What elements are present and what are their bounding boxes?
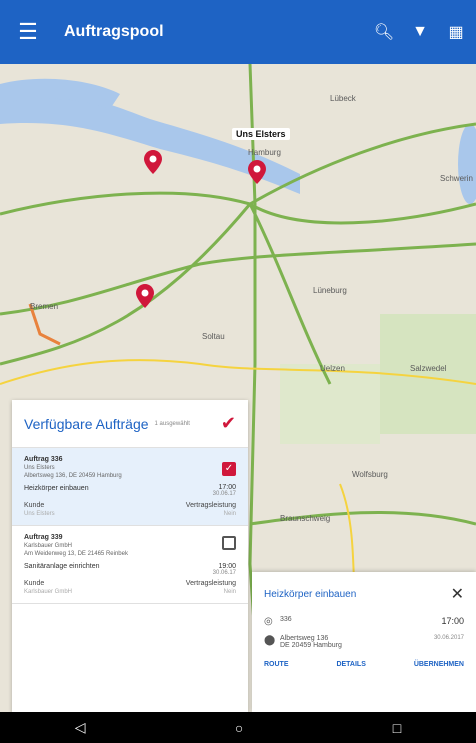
page-title: Auftragspool	[64, 23, 164, 40]
order-company: Uns Elsters	[24, 465, 55, 471]
home-icon[interactable]: ○	[235, 720, 243, 736]
order-checkbox[interactable]: ✓	[222, 462, 236, 476]
app-bar: ☰ Auftragspool 🔍︎ ▼ ▦	[0, 0, 476, 64]
order-time: 19:00	[218, 563, 236, 570]
map-label: Hamburg	[248, 148, 281, 157]
map-label: Salzwedel	[410, 364, 447, 373]
order-right: ✓ 17:00 30.06.17	[213, 458, 236, 497]
order-work: Sanitäranlage einrichten	[24, 563, 100, 570]
order-meta: Kunde Vertragsleistung	[24, 502, 236, 509]
map-label: Soltau	[202, 332, 225, 341]
details-button[interactable]: DETAILS	[336, 661, 365, 668]
map-label: Uelzen	[320, 364, 345, 373]
order-address: Albertsweg 136, DE 20459 Hamburg	[24, 473, 122, 479]
card-header: Heizkörper einbauen ✕	[252, 572, 476, 612]
location-pin-icon: ⬤	[264, 635, 276, 646]
order-title: Auftrag 339	[24, 534, 63, 541]
card-actions: ROUTE DETAILS ÜBERNEHMEN	[252, 653, 476, 676]
order-work: Heizkörper einbauen	[24, 485, 89, 492]
card-order-number: 336	[280, 616, 292, 623]
map-label: Lüneburg	[313, 286, 347, 295]
customer-value: Uns Elsters	[24, 511, 55, 517]
map-pin-icon[interactable]	[144, 150, 162, 174]
card-date-value: 30.06.2017	[433, 635, 464, 641]
accept-button[interactable]: ÜBERNEHMEN	[414, 661, 464, 668]
order-time: 17:00	[218, 484, 236, 491]
customer-value: Karlsbauer GmbH	[24, 589, 73, 595]
map-callout: Uns Elsters	[232, 128, 290, 140]
card-time: 17:00	[441, 616, 464, 626]
close-icon[interactable]: ✕	[451, 584, 464, 604]
order-date: 30.06.17	[212, 491, 236, 497]
type-label: Vertragsleistung	[185, 502, 236, 509]
type-value: Nein	[223, 589, 236, 595]
customer-label: Kunde	[24, 580, 45, 587]
list-item[interactable]: Auftrag 336 Uns Elsters Albertsweg 136, …	[12, 448, 248, 526]
map-label: Braunschweig	[280, 514, 331, 523]
order-detail-card: Heizkörper einbauen ✕ ◎ 336 17:00 ⬤ Albe…	[252, 572, 476, 712]
recents-icon[interactable]: □	[393, 720, 401, 736]
map-label: Bremen	[30, 302, 59, 311]
order-meta: Kunde Vertragsleistung	[24, 580, 236, 587]
customer-label: Kunde	[24, 502, 45, 509]
map-label: Lübeck	[330, 94, 356, 103]
card-address-line1: Albertsweg 136	[280, 635, 329, 642]
check-icon[interactable]: ✔	[221, 413, 236, 434]
card-address-line2: DE 20459 Hamburg	[280, 642, 342, 649]
search-icon[interactable]: 🔍︎	[372, 20, 396, 44]
map-pin-icon[interactable]	[136, 284, 154, 308]
card-order-row: ◎ 336 17:00	[252, 612, 476, 631]
type-value: Nein	[223, 511, 236, 517]
system-nav-bar: ◁ ○ □	[0, 712, 476, 743]
order-number-icon: ◎	[264, 616, 273, 627]
order-title: Auftrag 336	[24, 456, 63, 463]
card-address-row: ⬤ Albertsweg 136 DE 20459 Hamburg 30.06.…	[252, 631, 476, 653]
order-company: Karlsbauer GmbH	[24, 543, 73, 549]
card-title: Heizkörper einbauen	[264, 588, 357, 600]
map-label: Wolfsburg	[352, 470, 388, 479]
order-right: 19:00 30.06.17	[213, 536, 236, 576]
panel-header: Verfügbare Aufträge 1 ausgewählt ✔	[12, 400, 248, 448]
selected-count: 1 ausgewählt	[154, 420, 190, 427]
order-address: Am Weidenweg 13, DE 21465 Reinbek	[24, 551, 128, 557]
available-orders-panel: Verfügbare Aufträge 1 ausgewählt ✔ Auftr…	[12, 400, 248, 712]
list-item[interactable]: Auftrag 339 Karlsbauer GmbH Am Weidenweg…	[12, 526, 248, 604]
order-meta-values: Uns Elsters Nein	[24, 511, 236, 517]
appbar-actions: 🔍︎ ▼ ▦	[372, 20, 476, 44]
route-button[interactable]: ROUTE	[264, 661, 289, 668]
type-label: Vertragsleistung	[185, 580, 236, 587]
filter-icon[interactable]: ▼	[408, 20, 432, 44]
order-meta-values: Karlsbauer GmbH Nein	[24, 589, 236, 595]
menu-icon[interactable]: ☰	[0, 0, 56, 64]
order-checkbox[interactable]	[222, 536, 236, 550]
card-address: Albertsweg 136 DE 20459 Hamburg	[280, 635, 434, 649]
card-date: 30.06.2017	[434, 635, 464, 641]
calendar-icon[interactable]: ▦	[444, 20, 468, 44]
map-pin-icon[interactable]	[248, 160, 266, 184]
panel-title: Verfügbare Aufträge	[24, 415, 149, 432]
order-date: 30.06.17	[212, 570, 236, 576]
map-label: Schwerin	[440, 174, 473, 183]
back-icon[interactable]: ◁	[75, 719, 86, 736]
